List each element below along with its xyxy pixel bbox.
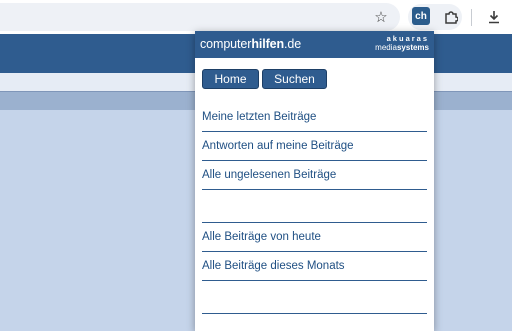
star-icon[interactable]: ☆	[370, 6, 392, 28]
link-this-months-posts[interactable]: Alle Beiträge dieses Monats	[202, 252, 427, 281]
company-logo: akuaras mediasystems	[375, 34, 429, 52]
link-replies-to-my-posts[interactable]: Antworten auf meine Beiträge	[202, 132, 427, 161]
extension-popup: computerhilfen.de akuaras mediasystems H…	[195, 31, 434, 331]
download-icon[interactable]	[483, 6, 505, 28]
toolbar-divider	[471, 9, 472, 26]
link-empty	[202, 281, 427, 314]
address-bar[interactable]	[0, 3, 400, 31]
home-button[interactable]: Home	[202, 69, 259, 89]
brand-logo: computerhilfen.de	[200, 37, 302, 51]
link-my-recent-posts[interactable]: Meine letzten Beiträge	[202, 103, 427, 132]
link-all-unread-posts[interactable]: Alle ungelesenen Beiträge	[202, 161, 427, 190]
popup-header: computerhilfen.de akuaras mediasystems	[195, 31, 434, 58]
link-list: Meine letzten Beiträge Antworten auf mei…	[202, 103, 427, 314]
browser-toolbar: ☆ ch	[0, 0, 512, 34]
puzzle-icon[interactable]	[440, 6, 462, 28]
link-empty	[202, 190, 427, 223]
link-todays-posts[interactable]: Alle Beiträge von heute	[202, 223, 427, 252]
computerhilfen-extension-icon[interactable]: ch	[412, 7, 430, 25]
search-button[interactable]: Suchen	[262, 69, 327, 89]
